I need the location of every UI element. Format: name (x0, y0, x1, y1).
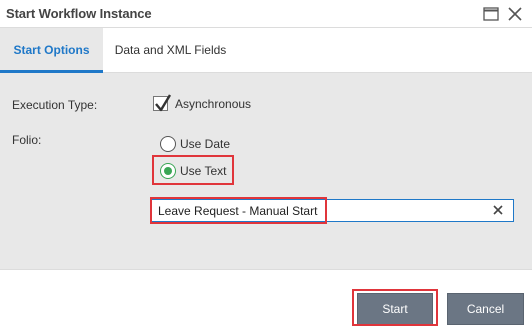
use-date-radio[interactable] (160, 136, 176, 152)
title-bar: Start Workflow Instance (0, 0, 532, 28)
start-workflow-dialog: Start Workflow Instance Start Options Da… (0, 0, 532, 326)
clear-icon[interactable] (490, 202, 506, 218)
start-button[interactable]: Start (357, 293, 433, 325)
folio-label: Folio: (12, 133, 42, 147)
dialog-title: Start Workflow Instance (6, 6, 152, 21)
dialog-footer: Start Cancel (0, 269, 532, 326)
radio-selected-dot (164, 167, 172, 175)
maximize-icon[interactable] (481, 4, 501, 24)
checkbox-box[interactable] (153, 94, 172, 112)
use-text-label: Use Text (180, 164, 227, 178)
tab-start-options[interactable]: Start Options (0, 28, 103, 73)
tab-data-and-xml-fields[interactable]: Data and XML Fields (103, 28, 238, 73)
asynchronous-label: Asynchronous (175, 97, 252, 111)
tab-bar: Start Options Data and XML Fields (0, 28, 532, 73)
cancel-button[interactable]: Cancel (447, 293, 524, 325)
use-date-label: Use Date (180, 137, 231, 151)
checkmark-icon (155, 94, 172, 112)
folio-text-input[interactable] (151, 199, 514, 222)
execution-type-label: Execution Type: (12, 98, 98, 112)
start-options-panel: Execution Type: Asynchronous Folio: Use … (0, 73, 532, 269)
close-icon[interactable] (505, 4, 525, 24)
use-text-radio[interactable] (160, 163, 176, 179)
